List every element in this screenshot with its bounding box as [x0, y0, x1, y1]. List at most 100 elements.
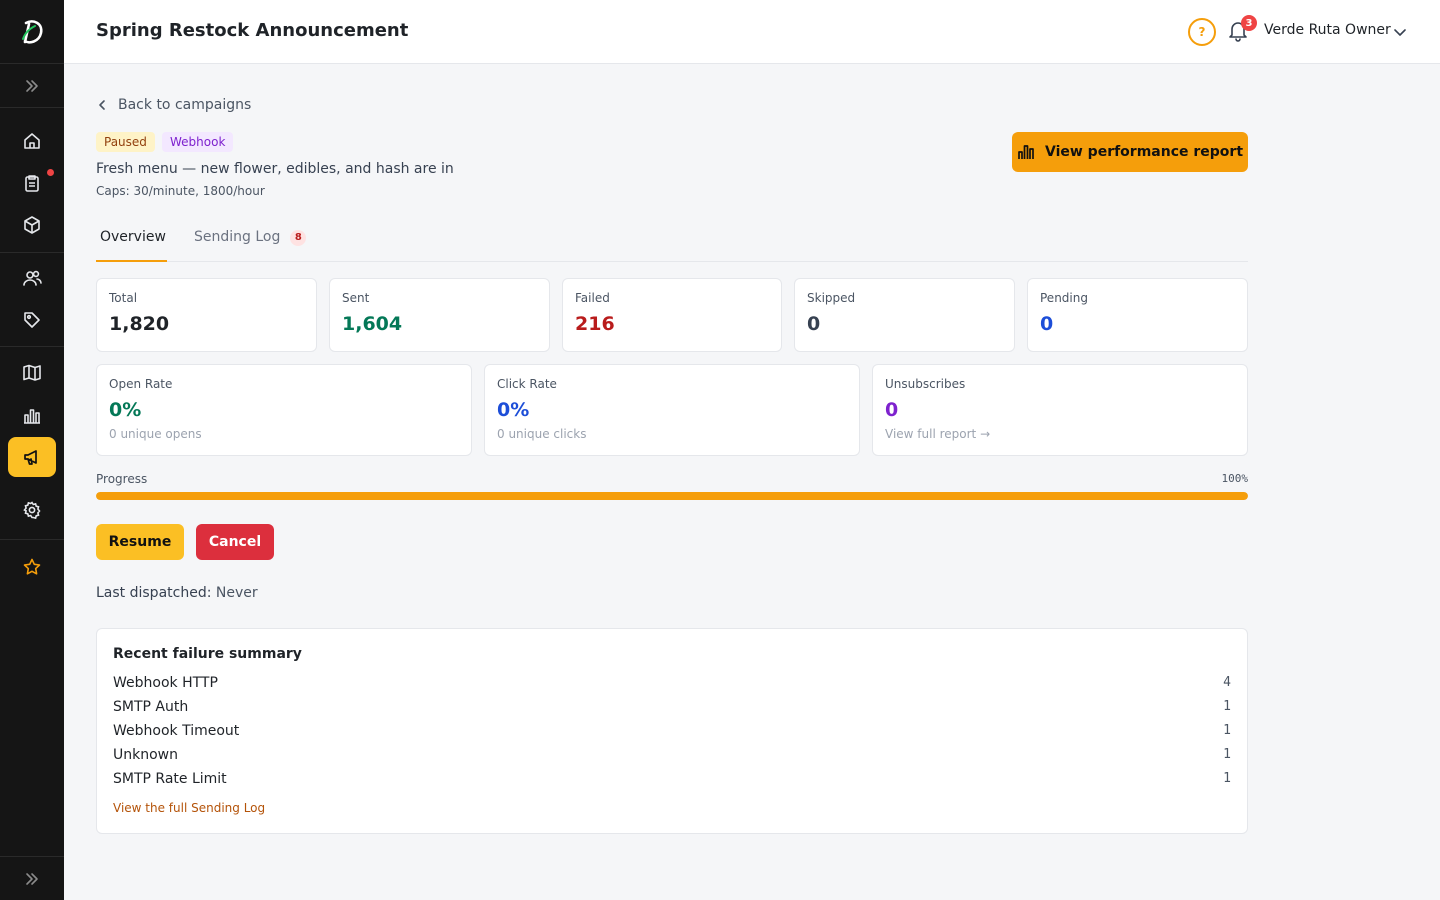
stat-value: 216 — [575, 313, 615, 335]
progress-bar — [96, 492, 1248, 500]
megaphone-icon — [24, 450, 37, 465]
notification-dot — [47, 169, 54, 176]
book-icon — [23, 364, 41, 381]
sidebar — [0, 0, 64, 900]
notifications-button[interactable]: 3 — [1228, 15, 1257, 44]
failure-reason: Unknown — [113, 747, 178, 763]
view-performance-report-button[interactable]: View performance report — [1012, 132, 1248, 172]
box-icon — [24, 216, 40, 234]
failure-reason: Webhook HTTP — [113, 675, 218, 691]
stat-card-sent: Sent 1,604 — [329, 278, 550, 352]
last-dispatched-key: Last dispatched: — [96, 585, 212, 601]
double-chevron-right-icon — [26, 79, 38, 92]
stat-value: 1,604 — [342, 313, 403, 335]
rate-value: 0% — [497, 399, 530, 421]
back-link-label: Back to campaigns — [118, 97, 252, 113]
failure-count: 4 — [1223, 675, 1231, 690]
stat-card-skipped: Skipped 0 — [794, 278, 1015, 352]
view-full-report-link[interactable]: View full report → — [885, 427, 990, 441]
chevron-down-icon[interactable] — [1392, 24, 1408, 40]
failure-summary-title: Recent failure summary — [113, 646, 302, 662]
failure-reason: SMTP Rate Limit — [113, 771, 227, 787]
rate-card-unsubscribes: Unsubscribes 0 View full report → — [872, 364, 1248, 456]
clipboard-icon — [25, 175, 39, 192]
sidebar-item-menus[interactable] — [8, 353, 56, 393]
sidebar-collapse-button[interactable] — [0, 856, 64, 900]
rate-subtext: 0 unique clicks — [497, 427, 587, 441]
sidebar-divider — [0, 252, 64, 253]
progress-bar-fill — [96, 492, 1248, 500]
sidebar-item-analytics[interactable] — [8, 395, 56, 435]
rate-card-open: Open Rate 0% 0 unique opens — [96, 364, 472, 456]
help-icon: ? — [1198, 25, 1206, 39]
rate-value: 0% — [109, 399, 142, 421]
logo[interactable] — [0, 0, 64, 64]
bar-chart-icon — [1018, 145, 1034, 159]
page-title: Spring Restock Announcement — [96, 20, 409, 41]
stat-label: Failed — [575, 291, 610, 305]
campaign-caps: Caps: 30/minute, 1800/hour — [96, 184, 265, 198]
view-sending-log-link[interactable]: View the full Sending Log — [113, 801, 265, 815]
failure-row: SMTP Auth 1 — [113, 699, 1231, 723]
failure-count: 1 — [1223, 723, 1231, 738]
star-icon — [23, 558, 41, 575]
status-badge: Paused — [96, 132, 155, 152]
users-icon — [23, 270, 42, 286]
progress-label: Progress — [96, 472, 148, 486]
sidebar-item-products[interactable] — [8, 205, 56, 245]
sidebar-item-settings[interactable] — [8, 490, 56, 530]
tab-label: Sending Log — [194, 229, 281, 245]
cancel-button[interactable]: Cancel — [196, 524, 274, 560]
home-icon — [24, 133, 40, 149]
sidebar-item-home[interactable] — [8, 121, 56, 161]
rate-label: Click Rate — [497, 377, 557, 391]
gear-icon — [23, 501, 41, 520]
last-dispatched: Last dispatched: Never — [96, 585, 258, 601]
back-to-campaigns-link[interactable]: Back to campaigns — [96, 97, 251, 113]
rate-value: 0 — [885, 399, 899, 421]
failure-summary-card: Recent failure summary Webhook HTTP 4 SM… — [96, 628, 1248, 834]
sidebar-item-campaigns[interactable] — [8, 437, 56, 477]
brand-logo-icon — [22, 19, 43, 44]
sidebar-divider — [0, 539, 64, 540]
stat-value: 0 — [807, 313, 821, 335]
sidebar-item-favorites[interactable] — [8, 547, 56, 587]
failure-row: SMTP Rate Limit 1 — [113, 771, 1231, 795]
rate-label: Open Rate — [109, 377, 173, 391]
tab-bar: Overview Sending Log 8 — [96, 222, 1248, 262]
rate-label: Unsubscribes — [885, 377, 966, 391]
rate-subtext: 0 unique opens — [109, 427, 202, 441]
stat-card-failed: Failed 216 — [562, 278, 782, 352]
tag-icon — [24, 312, 40, 328]
user-menu-name[interactable]: Verde Ruta Owner — [1264, 22, 1391, 38]
tab-overview[interactable]: Overview — [96, 222, 167, 262]
sidebar-item-customers[interactable] — [8, 258, 56, 298]
sidebar-item-promotions[interactable] — [8, 300, 56, 340]
sidebar-expand-button[interactable] — [0, 64, 64, 108]
stat-label: Total — [109, 291, 138, 305]
failure-reason: Webhook Timeout — [113, 723, 240, 739]
perf-button-label: View performance report — [1044, 144, 1244, 160]
tab-label: Overview — [100, 229, 166, 245]
last-dispatched-value: Never — [215, 585, 258, 601]
tab-count-badge: 8 — [290, 230, 307, 246]
tab-sending-log[interactable]: Sending Log 8 — [190, 222, 310, 262]
failure-row: Webhook HTTP 4 — [113, 675, 1231, 699]
stat-label: Pending — [1040, 291, 1088, 305]
failure-reason: SMTP Auth — [113, 699, 189, 715]
stat-value: 1,820 — [109, 313, 170, 335]
bar-chart-icon — [24, 409, 40, 424]
failure-count: 1 — [1223, 699, 1231, 714]
help-button[interactable]: ? — [1188, 18, 1216, 46]
double-chevron-right-icon — [26, 872, 38, 885]
sidebar-item-orders[interactable] — [8, 163, 56, 203]
rate-card-click: Click Rate 0% 0 unique clicks — [484, 364, 860, 456]
stat-card-total: Total 1,820 — [96, 278, 317, 352]
stat-label: Sent — [342, 291, 370, 305]
top-header: Spring Restock Announcement ? 3 Verde Ru… — [64, 0, 1440, 64]
resume-button[interactable]: Resume — [96, 524, 184, 560]
campaign-subtitle: Fresh menu — new flower, edibles, and ha… — [96, 161, 454, 177]
stat-label: Skipped — [807, 291, 856, 305]
sidebar-divider — [0, 346, 64, 347]
progress-percent: 100% — [1221, 472, 1249, 485]
